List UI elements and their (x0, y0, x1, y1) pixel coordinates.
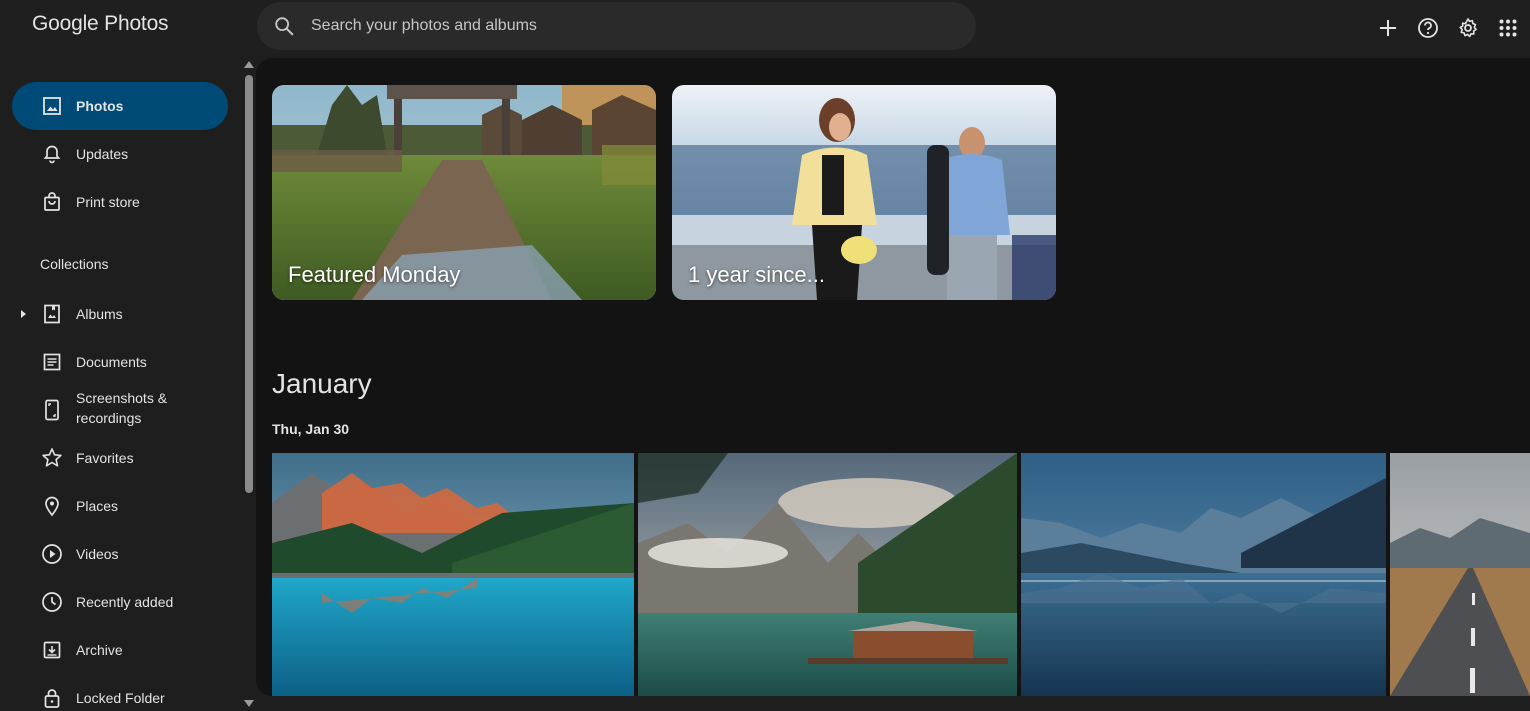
scroll-down-arrow-icon[interactable] (244, 700, 254, 707)
sidebar-item-label: Updates (76, 146, 129, 162)
play-circle-icon (40, 542, 64, 566)
sidebar-item-label: Screenshots & (76, 390, 168, 406)
sidebar-item-label: Videos (76, 546, 119, 562)
logo-photos-text: Photos (104, 12, 169, 35)
sidebar-item-label: Recently added (76, 594, 174, 610)
sidebar-scrollbar[interactable] (241, 56, 256, 711)
top-bar: Google Photos (0, 0, 1530, 56)
photo-icon (40, 94, 64, 118)
document-icon (40, 350, 64, 374)
scroll-thumb[interactable] (245, 75, 253, 493)
sidebar-item-locked-folder[interactable]: Locked Folder (12, 674, 228, 711)
phone-screenshot-icon (40, 398, 64, 422)
photo-thumbnail[interactable] (1021, 453, 1386, 696)
add-icon[interactable] (1374, 14, 1402, 42)
photo-highway-mountains (1390, 453, 1530, 696)
sidebar-item-label: Archive (76, 642, 123, 658)
sidebar-item-documents[interactable]: Documents (12, 338, 228, 386)
photo-thumbnail[interactable] (1390, 453, 1530, 696)
sidebar-item-recently-added[interactable]: Recently added (12, 578, 228, 626)
sidebar-item-label: Favorites (76, 450, 134, 466)
archive-icon (40, 638, 64, 662)
sidebar-item-print-store[interactable]: Print store (12, 178, 228, 226)
sidebar-item-updates[interactable]: Updates (12, 130, 228, 178)
bell-icon (40, 142, 64, 166)
photo-mountain-lake-turquoise (272, 453, 634, 696)
collections-heading: Collections (40, 256, 109, 272)
sidebar-item-archive[interactable]: Archive (12, 626, 228, 674)
sidebar-item-label-line2: recordings (76, 410, 142, 426)
memory-caption: 1 year since... (688, 262, 825, 287)
search-input[interactable] (311, 10, 951, 42)
lock-icon (40, 686, 64, 710)
main-content: Featured Monday 1 year since... January (256, 58, 1530, 696)
google-photos-logo[interactable]: Google Photos (32, 12, 169, 36)
sidebar-item-label: Albums (76, 306, 123, 322)
search-icon[interactable] (273, 15, 295, 37)
location-pin-icon (40, 494, 64, 518)
sidebar-item-places[interactable]: Places (12, 482, 228, 530)
photo-thumbnail[interactable] (272, 453, 634, 696)
photo-mountain-reflection-lake (1021, 453, 1386, 696)
sidebar: Photos Updates Print store Collections A… (0, 56, 240, 711)
apps-grid-icon[interactable] (1494, 14, 1522, 42)
sidebar-item-videos[interactable]: Videos (12, 530, 228, 578)
date-heading: Thu, Jan 30 (272, 421, 350, 437)
month-heading: January (272, 368, 372, 399)
photo-thumbnail[interactable] (638, 453, 1017, 696)
sidebar-item-label: Documents (76, 354, 147, 370)
help-icon[interactable] (1414, 14, 1442, 42)
sidebar-item-label: Locked Folder (76, 690, 165, 706)
memory-caption: Featured Monday (288, 262, 461, 287)
photo-alpine-lake-boathouse (638, 453, 1017, 696)
settings-icon[interactable] (1454, 14, 1482, 42)
logo-google-text: Google (32, 12, 99, 35)
sidebar-item-photos[interactable]: Photos (12, 82, 228, 130)
star-icon (40, 446, 64, 470)
clock-icon (40, 590, 64, 614)
sidebar-item-label: Print store (76, 194, 140, 210)
sidebar-item-favorites[interactable]: Favorites (12, 434, 228, 482)
sidebar-item-screenshots[interactable]: Screenshots & recordings (12, 386, 228, 434)
sidebar-item-albums[interactable]: Albums (12, 290, 228, 338)
scroll-up-arrow-icon[interactable] (244, 61, 254, 68)
shopping-bag-icon (40, 190, 64, 214)
album-icon (40, 302, 64, 326)
memory-card-featured-monday[interactable]: Featured Monday (272, 85, 656, 300)
search-bar[interactable] (257, 2, 976, 50)
sidebar-item-label: Places (76, 498, 119, 514)
sidebar-item-label: Photos (76, 98, 124, 114)
memory-card-1-year-since[interactable]: 1 year since... (672, 85, 1056, 300)
